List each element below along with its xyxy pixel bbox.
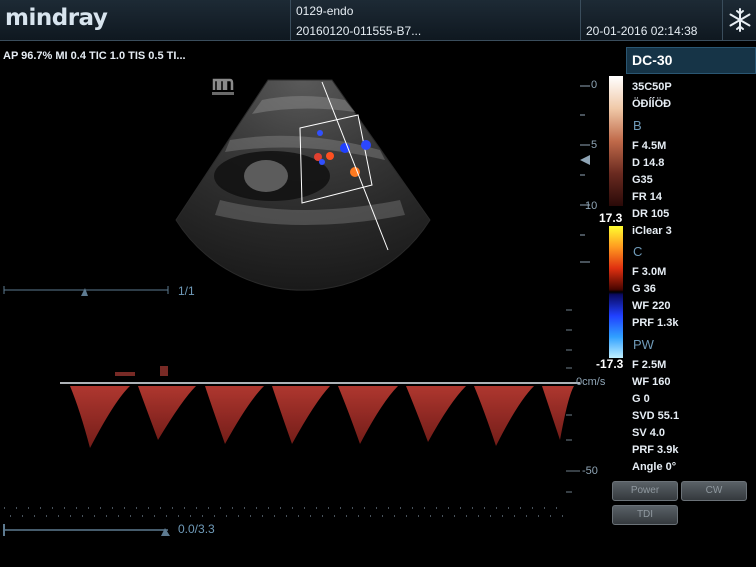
focus-marker-icon: [580, 155, 590, 165]
depth-label-10: 10: [585, 200, 598, 212]
param-c-freq: F 3.0M: [632, 266, 667, 278]
section-c: C: [633, 244, 643, 259]
time-ruler: [4, 507, 566, 517]
param-pw-angle: Angle 0°: [632, 461, 677, 473]
tdi-button[interactable]: TDI: [612, 505, 678, 525]
param-b-dynamic-range: DR 105: [632, 208, 670, 220]
param-b-freq: F 4.5M: [632, 140, 667, 152]
depth-label-5: 5: [591, 139, 598, 151]
param-b-iclear: iClear 3: [632, 225, 672, 237]
param-pw-wall-filter: WF 160: [632, 376, 671, 388]
param-c-gain: G 36: [632, 283, 656, 295]
m-logo-icon: [212, 78, 234, 95]
cw-button[interactable]: CW: [681, 481, 747, 501]
time-counter: 0.0/3.3: [178, 522, 215, 536]
param-pw-freq: F 2.5M: [632, 359, 667, 371]
image-counter: 1/1: [178, 284, 195, 298]
bmode-gray-map-bar: [609, 76, 623, 206]
probe-title[interactable]: DC-30: [626, 47, 756, 74]
doppler-neg-label: -50: [582, 465, 598, 477]
probe-model: 35C50P: [632, 81, 672, 93]
color-scale-min: -17.3: [596, 357, 624, 371]
param-b-depth: D 14.8: [632, 157, 665, 169]
param-c-wall-filter: WF 220: [632, 300, 671, 312]
doppler-zero-label: 0cm/s: [576, 376, 606, 388]
section-b: B: [633, 118, 642, 133]
section-pw: PW: [633, 337, 654, 352]
param-b-gain: G35: [632, 174, 653, 186]
param-b-framerate: FR 14: [632, 191, 662, 203]
param-pw-sv: SV 4.0: [632, 427, 666, 439]
param-c-prf: PRF 1.3k: [632, 317, 679, 329]
depth-label-0: 0: [591, 79, 598, 91]
exam-preset: ÖĐÍÍÖĐ: [632, 98, 672, 110]
power-button[interactable]: Power: [612, 481, 678, 501]
param-pw-svd: SVD 55.1: [632, 410, 680, 422]
depth-scale-ticks: [580, 85, 590, 263]
param-pw-prf: PRF 3.9k: [632, 444, 679, 456]
color-scale-max: 17.3: [599, 211, 623, 225]
doppler-spectrum: [70, 386, 574, 448]
cine-slider-bottom: [3, 524, 170, 536]
param-pw-gain: G 0: [632, 393, 650, 405]
cine-slider-top: [3, 286, 169, 296]
color-velocity-bar: [609, 226, 623, 358]
